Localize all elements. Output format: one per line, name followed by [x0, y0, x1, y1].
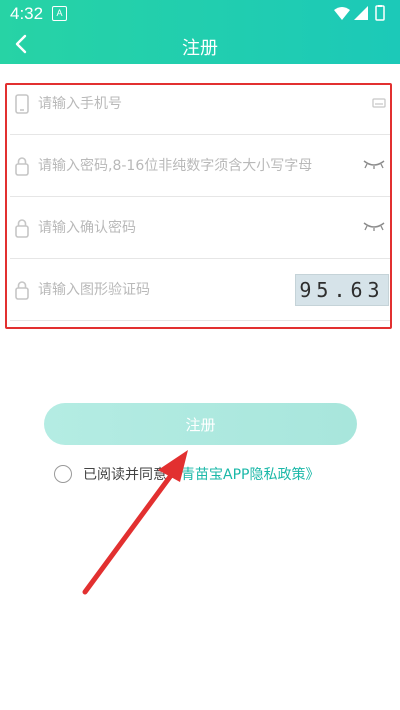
lock-icon [15, 281, 29, 300]
password-row [10, 136, 390, 197]
confirm-password-input[interactable] [38, 212, 348, 244]
captcha-image[interactable]: 95.63 [295, 274, 389, 306]
captcha-input[interactable] [38, 274, 268, 306]
keyboard-icon[interactable] [372, 98, 386, 108]
status-bar: 4:32 A [0, 0, 400, 26]
wifi-icon [334, 7, 350, 20]
app-bar: 注册 [0, 26, 400, 64]
eye-closed-icon[interactable] [362, 220, 386, 232]
confirm-password-row [10, 198, 390, 259]
phone-row [10, 74, 390, 135]
eye-closed-icon[interactable] [362, 158, 386, 170]
signal-icon [354, 6, 368, 20]
phone-input[interactable] [38, 88, 348, 120]
privacy-policy-link[interactable]: 《青苗宝APP隐私政策》 [167, 467, 319, 483]
password-input[interactable] [38, 150, 348, 182]
agreement-text: 已阅读并同意《青苗宝APP隐私政策》 [83, 464, 319, 484]
phone-icon [15, 94, 29, 114]
lock-icon [15, 219, 29, 238]
battery-icon [375, 5, 385, 21]
agree-radio[interactable] [54, 465, 72, 483]
lock-icon [15, 157, 29, 176]
notification-icon: A [52, 6, 67, 21]
status-time: 4:32 [10, 4, 44, 23]
agreement-prefix: 已阅读并同意 [83, 467, 167, 483]
register-button[interactable]: 注册 [44, 403, 357, 445]
page-title: 注册 [182, 38, 218, 59]
system-status-icons [334, 5, 385, 21]
